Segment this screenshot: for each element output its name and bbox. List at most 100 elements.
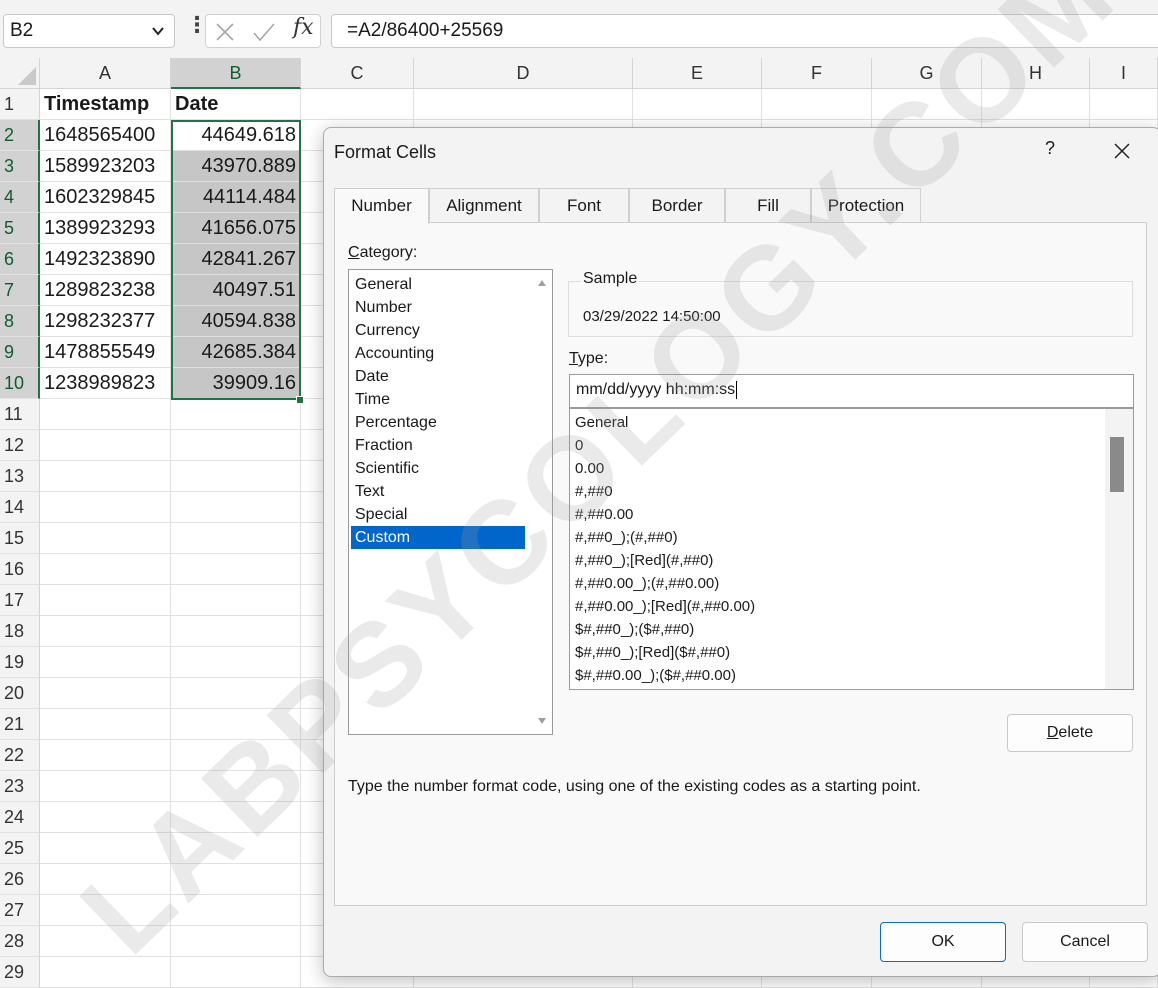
- category-item-time[interactable]: Time: [351, 388, 525, 411]
- cell-b16[interactable]: [171, 554, 301, 585]
- row-header-7[interactable]: 7: [0, 275, 40, 306]
- cell-a12[interactable]: [40, 430, 171, 461]
- cell-a23[interactable]: [40, 771, 171, 802]
- category-list[interactable]: General Number Currency Accounting Date Time P…: [348, 269, 553, 735]
- cell-a27[interactable]: [40, 895, 171, 926]
- cell-b5[interactable]: 41656.075: [171, 213, 301, 244]
- scrollbar-thumb[interactable]: [1110, 437, 1124, 492]
- cell-a8[interactable]: 1298232377: [40, 306, 171, 337]
- row-header-14[interactable]: 14: [0, 492, 40, 523]
- cell-a28[interactable]: [40, 926, 171, 957]
- row-header-21[interactable]: 21: [0, 709, 40, 740]
- format-code-item[interactable]: 0.00: [575, 457, 604, 480]
- ok-button[interactable]: OK: [880, 922, 1006, 962]
- tab-protection[interactable]: Protection: [811, 188, 921, 222]
- row-header-24[interactable]: 24: [0, 802, 40, 833]
- format-code-item[interactable]: #,##0.00_);[Red](#,##0.00): [575, 595, 755, 618]
- row-header-12[interactable]: 12: [0, 430, 40, 461]
- category-item-date[interactable]: Date: [351, 365, 525, 388]
- category-item-general[interactable]: General: [351, 273, 525, 296]
- formula-input[interactable]: =A2/86400+25569: [331, 14, 1158, 48]
- row-header-5[interactable]: 5: [0, 213, 40, 244]
- cell-f1[interactable]: [762, 89, 872, 120]
- type-input[interactable]: mm/dd/yyyy hh:mm:ss: [569, 374, 1134, 408]
- cell-a13[interactable]: [40, 461, 171, 492]
- row-header-1[interactable]: 1: [0, 89, 40, 120]
- cell-a14[interactable]: [40, 492, 171, 523]
- cell-a15[interactable]: [40, 523, 171, 554]
- cell-b2[interactable]: 44649.618: [171, 120, 301, 151]
- cell-a2[interactable]: 1648565400: [40, 120, 171, 151]
- cancel-icon[interactable]: [214, 21, 236, 43]
- cell-a7[interactable]: 1289823238: [40, 275, 171, 306]
- enter-check-icon[interactable]: [252, 21, 276, 43]
- cell-a20[interactable]: [40, 678, 171, 709]
- category-item-custom[interactable]: Custom: [351, 526, 525, 549]
- chevron-down-icon[interactable]: [150, 23, 166, 39]
- cell-a4[interactable]: 1602329845: [40, 182, 171, 213]
- cell-a16[interactable]: [40, 554, 171, 585]
- format-code-item[interactable]: $#,##0.00_);($#,##0.00): [575, 664, 736, 687]
- name-box[interactable]: B2: [3, 14, 175, 48]
- cell-a3[interactable]: 1589923203: [40, 151, 171, 182]
- cell-b22[interactable]: [171, 740, 301, 771]
- row-header-11[interactable]: 11: [0, 399, 40, 430]
- column-header-d[interactable]: D: [414, 58, 633, 89]
- cell-g1[interactable]: [872, 89, 982, 120]
- cell-a19[interactable]: [40, 647, 171, 678]
- category-item-scientific[interactable]: Scientific: [351, 457, 525, 480]
- category-item-text[interactable]: Text: [351, 480, 525, 503]
- column-header-b[interactable]: B: [171, 58, 301, 89]
- cell-b9[interactable]: 42685.384: [171, 337, 301, 368]
- tab-fill[interactable]: Fill: [725, 188, 811, 222]
- fill-handle[interactable]: [296, 396, 304, 404]
- row-header-8[interactable]: 8: [0, 306, 40, 337]
- cell-b1[interactable]: Date: [171, 89, 301, 120]
- cell-b12[interactable]: [171, 430, 301, 461]
- format-code-item[interactable]: #,##0.00_);(#,##0.00): [575, 572, 719, 595]
- format-code-item[interactable]: #,##0_);(#,##0): [575, 526, 678, 549]
- cell-b25[interactable]: [171, 833, 301, 864]
- cell-a25[interactable]: [40, 833, 171, 864]
- row-header-29[interactable]: 29: [0, 957, 40, 988]
- row-header-10[interactable]: 10: [0, 368, 40, 399]
- category-item-special[interactable]: Special: [351, 503, 525, 526]
- column-header-c[interactable]: C: [301, 58, 414, 89]
- scroll-up-icon[interactable]: [538, 280, 546, 286]
- column-header-i[interactable]: I: [1090, 58, 1158, 89]
- category-item-percentage[interactable]: Percentage: [351, 411, 525, 434]
- category-item-currency[interactable]: Currency: [351, 319, 525, 342]
- tab-number[interactable]: Number: [334, 188, 429, 224]
- category-item-fraction[interactable]: Fraction: [351, 434, 525, 457]
- cell-d1[interactable]: [414, 89, 633, 120]
- cell-a11[interactable]: [40, 399, 171, 430]
- row-header-26[interactable]: 26: [0, 864, 40, 895]
- cell-a29[interactable]: [40, 957, 171, 988]
- row-header-22[interactable]: 22: [0, 740, 40, 771]
- cell-c1[interactable]: [301, 89, 414, 120]
- cell-b3[interactable]: 43970.889: [171, 151, 301, 182]
- format-code-item[interactable]: #,##0_);[Red](#,##0): [575, 549, 713, 572]
- close-icon[interactable]: [1111, 140, 1133, 162]
- cell-b4[interactable]: 44114.484: [171, 182, 301, 213]
- cell-a22[interactable]: [40, 740, 171, 771]
- cell-a18[interactable]: [40, 616, 171, 647]
- cell-b6[interactable]: 42841.267: [171, 244, 301, 275]
- format-code-item[interactable]: $#,##0_);($#,##0): [575, 618, 694, 641]
- cell-b8[interactable]: 40594.838: [171, 306, 301, 337]
- cell-b18[interactable]: [171, 616, 301, 647]
- row-header-19[interactable]: 19: [0, 647, 40, 678]
- row-header-13[interactable]: 13: [0, 461, 40, 492]
- cell-b14[interactable]: [171, 492, 301, 523]
- format-list-scrollbar[interactable]: [1105, 409, 1133, 689]
- cell-a1[interactable]: Timestamp: [40, 89, 171, 120]
- row-header-16[interactable]: 16: [0, 554, 40, 585]
- tab-alignment[interactable]: Alignment: [429, 188, 539, 222]
- select-all-corner[interactable]: [0, 58, 40, 89]
- cell-b7[interactable]: 40497.51: [171, 275, 301, 306]
- delete-button[interactable]: Delete: [1007, 714, 1133, 752]
- row-header-20[interactable]: 20: [0, 678, 40, 709]
- cell-a10[interactable]: 1238989823: [40, 368, 171, 399]
- format-code-item[interactable]: 0: [575, 434, 583, 457]
- scroll-down-icon[interactable]: [538, 718, 546, 724]
